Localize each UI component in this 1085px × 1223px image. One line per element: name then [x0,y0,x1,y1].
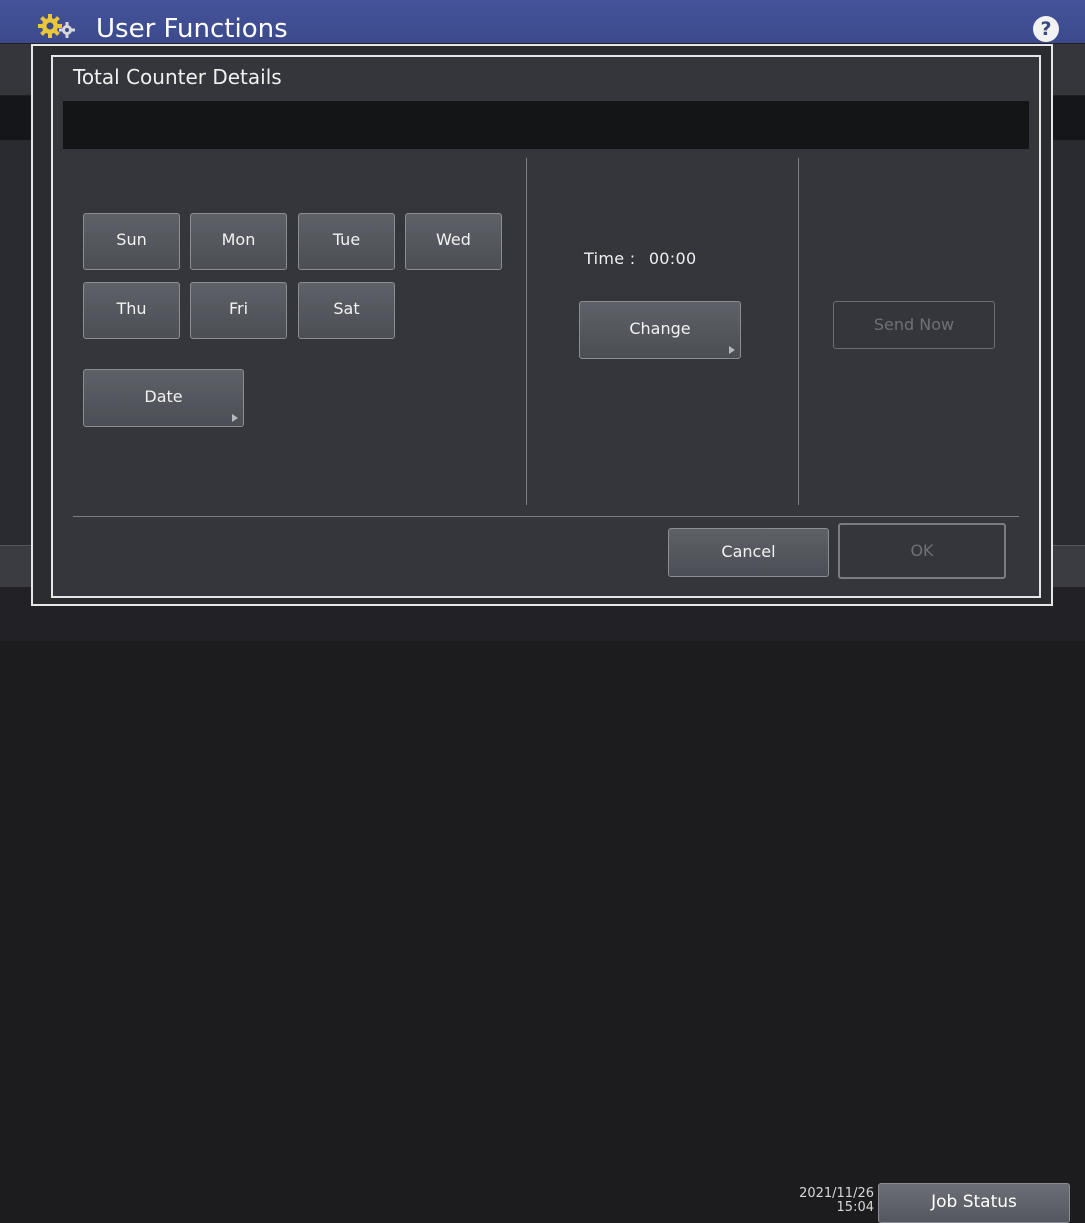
app-header: User Functions ? [0,0,1085,44]
dialog-message-bar [63,101,1029,149]
day-label: Tue [332,230,361,249]
day-button-fri[interactable]: Fri [190,282,287,339]
day-button-sat[interactable]: Sat [298,282,395,339]
footer-datetime: 2021/11/26 15:04 [770,1187,874,1215]
cancel-button[interactable]: Cancel [668,528,829,577]
column-divider-right [798,158,799,505]
ok-label: OK [910,541,934,560]
send-now-label: Send Now [873,315,955,334]
time-label: Time : [584,249,636,268]
day-button-mon[interactable]: Mon [190,213,287,270]
day-label: Mon [221,230,256,249]
change-button-label: Change [629,319,691,338]
gears-icon [38,14,75,38]
date-button-label: Date [144,387,183,406]
footer-divider [73,516,1019,517]
day-button-sun[interactable]: Sun [83,213,180,270]
ok-button[interactable]: OK [838,523,1006,579]
job-status-button[interactable]: Job Status [878,1183,1070,1223]
day-label: Thu [116,299,147,318]
date-button[interactable]: Date [83,369,244,427]
time-value: 00:00 [648,249,697,268]
cancel-label: Cancel [721,542,776,561]
time-display: Time : 00:00 [584,249,696,268]
day-button-thu[interactable]: Thu [83,282,180,339]
day-label: Wed [436,230,471,249]
day-label: Fri [228,299,249,318]
help-icon[interactable]: ? [1033,16,1059,42]
job-status-label: Job Status [931,1192,1017,1212]
submenu-arrow-icon [232,414,238,422]
day-button-wed[interactable]: Wed [405,213,502,270]
send-now-button[interactable]: Send Now [833,301,995,349]
day-label: Sun [116,230,147,249]
app-title: User Functions [96,14,288,44]
change-time-button[interactable]: Change [579,301,741,359]
footer-time: 15:04 [836,1200,874,1215]
day-label: Sat [333,299,360,318]
submenu-arrow-icon [729,346,735,354]
footer-date: 2021/11/26 [799,1186,874,1201]
day-button-tue[interactable]: Tue [298,213,395,270]
column-divider-left [526,158,527,505]
dialog-title: Total Counter Details [73,65,282,89]
